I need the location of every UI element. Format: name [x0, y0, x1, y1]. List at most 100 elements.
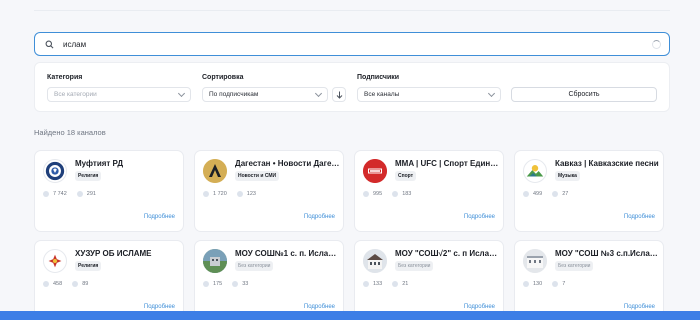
channel-card[interactable]: Кавказ | Кавказские песни Музыка 499 27 …	[514, 150, 664, 232]
views-count: 33	[242, 281, 249, 287]
category-badge: Музыка	[555, 171, 580, 181]
channel-stats: 7 742 291	[43, 191, 96, 197]
channel-title: Муфтият РД	[75, 159, 124, 168]
subscribers-icon	[203, 191, 209, 197]
channel-stats: 133 21	[363, 281, 408, 287]
channel-title: ХУЗУР ОБ ИСЛАМЕ	[75, 249, 152, 258]
subscribers-count: 458	[53, 281, 63, 287]
channel-title: МОУ СОШ№1 с. п. Исламей	[235, 249, 341, 258]
channel-card[interactable]: MMA | UFC | Спорт Единоборства Спорт 995…	[354, 150, 504, 232]
channel-stats: 175 33	[203, 281, 248, 287]
views-icon	[236, 191, 243, 197]
filters-panel: Категория Все категории Сортировка По по…	[34, 62, 670, 112]
subscribers-value: Все каналы	[364, 91, 400, 98]
subscribers-icon	[43, 191, 49, 197]
views-count: 7	[562, 281, 566, 287]
sort-select[interactable]: По подписчикам	[202, 87, 328, 102]
details-link[interactable]: Подробнее	[624, 304, 655, 310]
results-count: Найдено 18 каналов	[34, 128, 106, 137]
views-icon	[76, 191, 83, 197]
category-badge: Религия	[75, 261, 102, 271]
subscribers-count: 133	[373, 281, 383, 287]
category-badge: Религия	[75, 171, 102, 181]
bottom-bar	[0, 311, 700, 320]
loading-spinner-icon	[652, 39, 661, 49]
subscribers-count: 1 720	[213, 191, 227, 197]
subscribers-icon	[363, 191, 369, 197]
sort-arrow-down-icon	[336, 91, 342, 99]
top-divider	[34, 10, 670, 11]
subscribers-icon	[363, 281, 369, 287]
channel-title: МОУ "СОШ√2" с. п Исламей	[395, 249, 501, 258]
subscribers-icon	[523, 281, 529, 287]
views-icon	[552, 281, 559, 287]
subscribers-count: 499	[533, 191, 543, 197]
channel-avatar	[523, 159, 547, 183]
channel-card[interactable]: Муфтият РД Религия 7 742 291 Подробнее	[34, 150, 184, 232]
subscribers-icon	[203, 281, 209, 287]
channel-avatar	[43, 249, 67, 273]
views-icon	[552, 191, 559, 197]
views-icon	[392, 191, 399, 197]
category-badge: Без категории	[555, 261, 594, 271]
details-link[interactable]: Подробнее	[144, 304, 175, 310]
channel-stats: 130 7	[523, 281, 565, 287]
reset-button[interactable]: Сбросить	[511, 87, 657, 102]
views-icon	[392, 281, 399, 287]
channel-stats: 499 27	[523, 191, 568, 197]
channel-card[interactable]: Дагестан • Новости Дагестана Новости и С…	[194, 150, 344, 232]
channel-card[interactable]: МОУ СОШ№1 с. п. Исламей Без категории 17…	[194, 240, 344, 320]
search-icon	[43, 38, 55, 50]
subscribers-count: 175	[213, 281, 223, 287]
channel-avatar	[203, 159, 227, 183]
subscribers-label: Подписчики	[357, 74, 400, 81]
details-link[interactable]: Подробнее	[464, 214, 495, 220]
channel-title: Дагестан • Новости Дагестана	[235, 159, 341, 168]
details-link[interactable]: Подробнее	[304, 214, 335, 220]
channel-card[interactable]: ХУЗУР ОБ ИСЛАМЕ Религия 458 89 Подробнее	[34, 240, 184, 320]
subscribers-icon	[43, 281, 49, 287]
channel-title: Кавказ | Кавказские песни	[555, 159, 659, 168]
views-count: 183	[402, 191, 412, 197]
channel-avatar	[363, 159, 387, 183]
channel-avatar	[363, 249, 387, 273]
channel-card[interactable]: МОУ "СОШ√2" с. п Исламей Без категории 1…	[354, 240, 504, 320]
views-count: 21	[402, 281, 409, 287]
category-badge: Новости и СМИ	[235, 171, 280, 181]
chevron-down-icon	[177, 89, 186, 97]
details-link[interactable]: Подробнее	[464, 304, 495, 310]
views-count: 291	[86, 191, 96, 197]
channel-avatar	[523, 249, 547, 273]
sort-direction-button[interactable]	[332, 87, 346, 102]
views-icon	[232, 281, 239, 287]
views-icon	[72, 281, 79, 287]
details-link[interactable]: Подробнее	[144, 214, 175, 220]
subscribers-count: 7 742	[53, 191, 67, 197]
details-link[interactable]: Подробнее	[304, 304, 335, 310]
subscribers-select[interactable]: Все каналы	[357, 87, 501, 102]
search-bar[interactable]	[34, 32, 670, 56]
channel-title: МОУ "СОШ №3 с.п.Исламей"	[555, 249, 661, 258]
channel-card[interactable]: МОУ "СОШ №3 с.п.Исламей" Без категории 1…	[514, 240, 664, 320]
channel-stats: 1 720 123	[203, 191, 256, 197]
sort-label: Сортировка	[202, 74, 244, 81]
channel-avatar	[203, 249, 227, 273]
views-count: 123	[246, 191, 256, 197]
category-label: Категория	[47, 74, 83, 81]
category-badge: Спорт	[395, 171, 417, 181]
channel-avatar	[43, 159, 67, 183]
category-select[interactable]: Все категории	[47, 87, 191, 102]
category-placeholder: Все категории	[54, 91, 97, 98]
views-count: 89	[82, 281, 89, 287]
details-link[interactable]: Подробнее	[624, 214, 655, 220]
chevron-down-icon	[487, 89, 496, 97]
category-badge: Без категории	[235, 261, 274, 271]
subscribers-count: 995	[373, 191, 383, 197]
channel-title: MMA | UFC | Спорт Единоборства	[395, 159, 501, 168]
channel-stats: 995 183	[363, 191, 411, 197]
sort-value: По подписчикам	[209, 91, 259, 98]
search-input[interactable]	[63, 39, 652, 49]
category-badge: Без категории	[395, 261, 434, 271]
chevron-down-icon	[314, 89, 323, 97]
subscribers-icon	[523, 191, 529, 197]
